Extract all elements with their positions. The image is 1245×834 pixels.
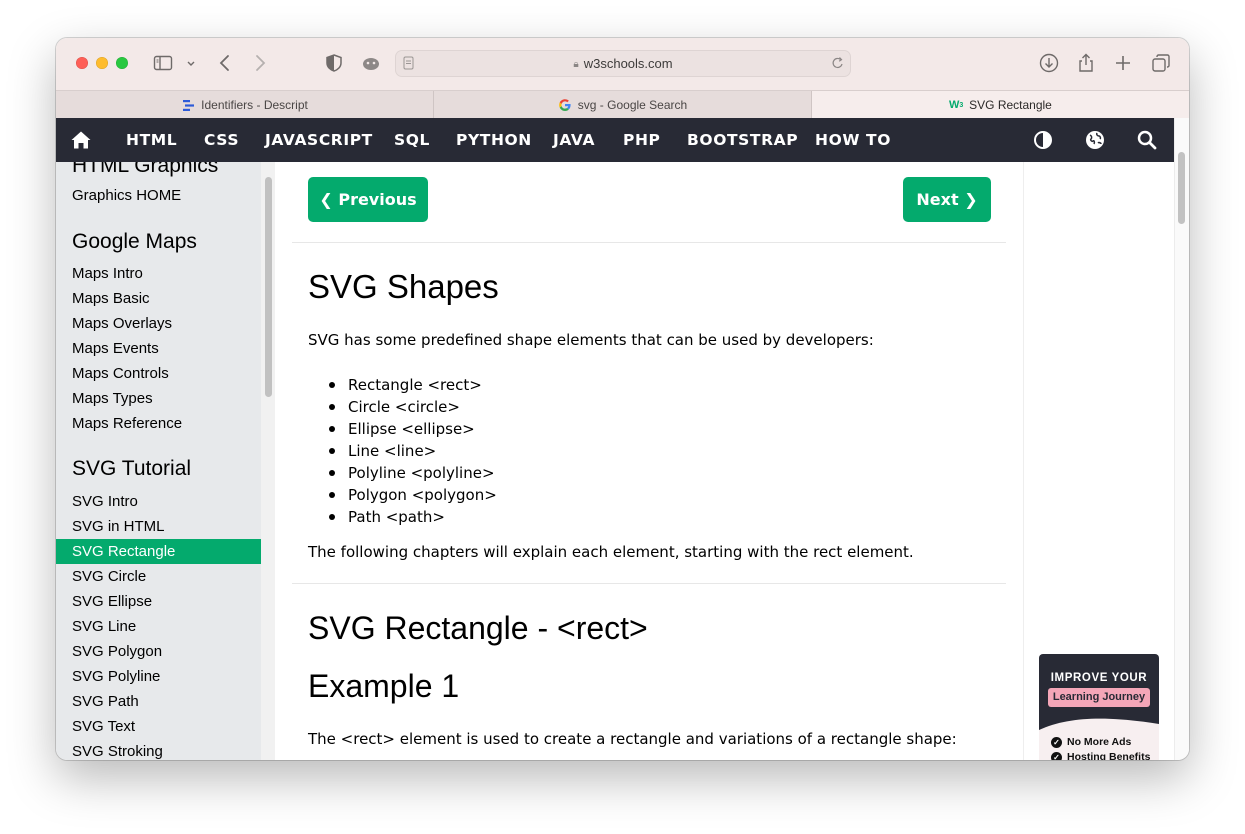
intro-text: SVG has some predefined shape elements t… [308, 331, 874, 349]
tab-google-search[interactable]: svg - Google Search [434, 91, 812, 119]
sidebar-item-maps-overlays[interactable]: Maps Overlays [56, 311, 261, 336]
previous-button[interactable]: ❮ Previous [308, 177, 428, 222]
sidebar-item-svg-path[interactable]: SVG Path [56, 689, 261, 714]
minimize-window-button[interactable] [96, 57, 108, 69]
sidebar-item-svg-text[interactable]: SVG Text [56, 714, 261, 739]
reload-icon[interactable] [831, 55, 845, 71]
sidebar-item-graphics-home[interactable]: Graphics HOME [56, 183, 261, 208]
page-title: SVG Shapes [308, 268, 499, 305]
next-button[interactable]: Next ❯ [903, 177, 991, 222]
nav-java[interactable]: JAVA [553, 118, 595, 162]
sidebar-item-svg-polygon[interactable]: SVG Polygon [56, 639, 261, 664]
example-text: The <rect> element is used to create a r… [308, 730, 957, 748]
ad-feature: ✓ Hosting Benefits [1051, 751, 1150, 760]
list-item: Path <path> [328, 506, 497, 528]
nav-how-to[interactable]: HOW TO [815, 118, 891, 162]
divider [292, 242, 1006, 243]
check-icon: ✓ [1051, 751, 1062, 760]
sidebar-heading-html-graphics: HTML Graphics [72, 162, 219, 177]
title-bar: 🔒︎ w3schools.com [56, 38, 1189, 90]
shape-list: Rectangle <rect> Circle <circle> Ellipse… [328, 374, 497, 528]
url-text: w3schools.com [583, 56, 673, 71]
home-icon[interactable] [70, 129, 92, 151]
search-icon[interactable] [1136, 129, 1158, 151]
sidebar-item-svg-stroking[interactable]: SVG Stroking [56, 739, 261, 760]
sidebar-item-maps-reference[interactable]: Maps Reference [56, 411, 261, 436]
close-window-button[interactable] [76, 57, 88, 69]
section-title: SVG Rectangle - <rect> [308, 610, 648, 646]
nav-sql[interactable]: SQL [394, 118, 430, 162]
promo-ad[interactable]: IMPROVE YOUR Learning Journey ✓ No More A… [1039, 654, 1159, 760]
sidebar-scrollbar-thumb[interactable] [265, 177, 272, 397]
sidebar-item-maps-controls[interactable]: Maps Controls [56, 361, 261, 386]
sidebar-item-svg-ellipse[interactable]: SVG Ellipse [56, 589, 261, 614]
w3schools-icon: W3 [949, 99, 964, 111]
site-top-nav: HTML CSS JAVASCRIPT SQL PYTHON JAVA PHP … [56, 118, 1174, 162]
google-icon [558, 98, 572, 112]
contrast-toggle-icon[interactable] [1032, 129, 1054, 151]
check-icon: ✓ [1051, 736, 1062, 748]
tab-label: svg - Google Search [577, 98, 688, 112]
tab-bar: Identifiers - Descript svg - Google Sear… [56, 90, 1189, 120]
list-item: Line <line> [328, 440, 497, 462]
sidebar-item-svg-line[interactable]: SVG Line [56, 614, 261, 639]
sidebar-heading-google-maps: Google Maps [72, 230, 197, 253]
sidebar-item-maps-events[interactable]: Maps Events [56, 336, 261, 361]
browser-window: 🔒︎ w3schools.com Identifiers - Descript [56, 38, 1189, 760]
sidebar-item-svg-in-html[interactable]: SVG in HTML [56, 514, 261, 539]
nav-bootstrap[interactable]: BOOTSTRAP [687, 118, 798, 162]
privacy-shield-icon[interactable] [323, 52, 345, 74]
tab-descript[interactable]: Identifiers - Descript [56, 91, 434, 119]
sidebar-item-maps-basic[interactable]: Maps Basic [56, 286, 261, 311]
descript-icon [181, 98, 195, 112]
list-item: Ellipse <ellipse> [328, 418, 497, 440]
nav-html[interactable]: HTML [126, 118, 177, 162]
tab-label: Identifiers - Descript [201, 98, 308, 112]
lock-icon: 🔒︎ [573, 59, 579, 70]
chevron-down-icon[interactable] [184, 52, 198, 74]
nav-php[interactable]: PHP [623, 118, 661, 162]
sidebar-heading-svg-tutorial: SVG Tutorial [72, 457, 192, 480]
back-icon[interactable] [214, 52, 236, 74]
forward-icon[interactable] [249, 52, 271, 74]
sidebar-toggle-icon[interactable] [152, 52, 174, 74]
sidebar-item-svg-circle[interactable]: SVG Circle [56, 564, 261, 589]
nav-javascript[interactable]: JAVASCRIPT [265, 118, 373, 162]
extension-icon[interactable] [360, 52, 382, 74]
new-tab-icon[interactable] [1112, 52, 1134, 74]
chapters-note: The following chapters will explain each… [308, 543, 914, 561]
list-item: Rectangle <rect> [328, 374, 497, 396]
example-title: Example 1 [308, 668, 460, 704]
main-content: ❮ Previous Next ❯ SVG Shapes SVG has som… [275, 162, 1023, 760]
nav-python[interactable]: PYTHON [456, 118, 532, 162]
tab-label: SVG Rectangle [969, 98, 1052, 112]
share-icon[interactable] [1075, 52, 1097, 74]
sidebar-item-maps-types[interactable]: Maps Types [56, 386, 261, 411]
list-item: Polyline <polyline> [328, 462, 497, 484]
tab-overview-icon[interactable] [1150, 52, 1172, 74]
sidebar-item-maps-intro[interactable]: Maps Intro [56, 261, 261, 286]
downloads-icon[interactable] [1038, 52, 1060, 74]
zoom-window-button[interactable] [116, 57, 128, 69]
sidebar-item-svg-rectangle[interactable]: SVG Rectangle [56, 539, 261, 564]
list-item: Circle <circle> [328, 396, 497, 418]
divider [292, 583, 1006, 584]
sidebar-item-svg-polyline[interactable]: SVG Polyline [56, 664, 261, 689]
address-bar[interactable]: 🔒︎ w3schools.com [395, 50, 851, 77]
left-sidebar: HTML Graphics Graphics HOME Google Maps … [56, 162, 261, 760]
ad-feature: ✓ No More Ads [1051, 736, 1131, 748]
ad-pill: Learning Journey [1048, 688, 1150, 707]
ad-title: IMPROVE YOUR [1050, 672, 1148, 684]
page-scrollbar-thumb[interactable] [1178, 152, 1185, 224]
tab-svg-rectangle[interactable]: W3 SVG Rectangle [812, 91, 1189, 119]
list-item: Polygon <polygon> [328, 484, 497, 506]
globe-icon[interactable] [1084, 129, 1106, 151]
nav-css[interactable]: CSS [204, 118, 239, 162]
sidebar-item-svg-intro[interactable]: SVG Intro [56, 489, 261, 514]
